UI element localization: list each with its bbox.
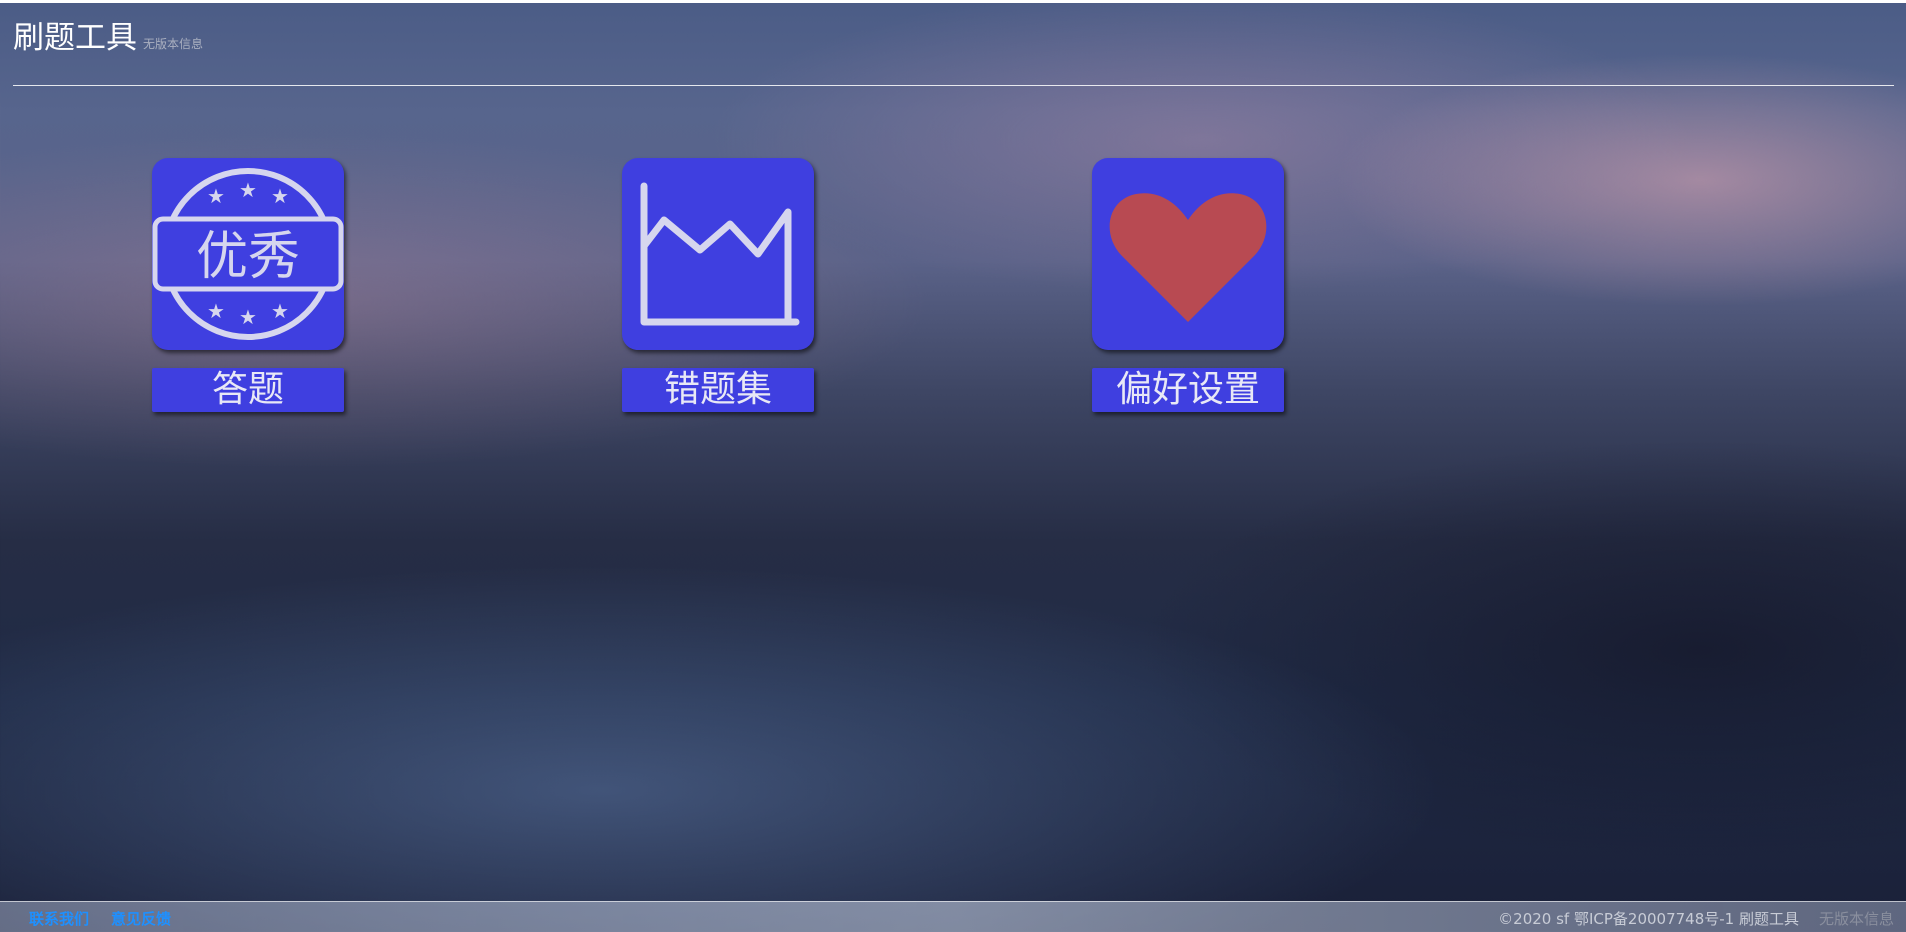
- preferences-button[interactable]: [1092, 158, 1284, 350]
- copyright-text: ©2020 sf 鄂ICP备20007748号-1 刷题工具: [1498, 910, 1799, 928]
- answer-label[interactable]: 答题: [152, 368, 344, 412]
- contact-us-link[interactable]: 联系我们: [29, 908, 89, 929]
- area-chart-icon: [640, 182, 800, 326]
- preferences-label[interactable]: 偏好设置: [1092, 368, 1284, 412]
- wrong-set-button[interactable]: [622, 158, 814, 350]
- page-header: 刷题工具 无版本信息: [13, 18, 203, 58]
- svg-text:★: ★: [239, 178, 257, 202]
- svg-text:★: ★: [271, 184, 289, 208]
- excellent-badge-icon: ★ ★ ★ ★ ★ ★ 优秀: [152, 168, 344, 340]
- svg-text:★: ★: [207, 299, 225, 323]
- tile-wrong-set: 错题集: [622, 158, 814, 412]
- wrong-set-label[interactable]: 错题集: [622, 368, 814, 412]
- top-border: [0, 0, 1906, 3]
- app-title: 刷题工具: [13, 20, 137, 56]
- feedback-link[interactable]: 意见反馈: [111, 908, 171, 929]
- tile-answer: ★ ★ ★ ★ ★ ★ 优秀 答题: [152, 158, 344, 412]
- svg-text:★: ★: [207, 184, 225, 208]
- badge-text: 优秀: [196, 227, 300, 287]
- footer-links: 联系我们 意见反馈: [29, 908, 171, 929]
- heart-icon: [1109, 193, 1267, 322]
- footer-info: ©2020 sf 鄂ICP备20007748号-1 刷题工具 无版本信息: [1498, 908, 1894, 929]
- answer-button[interactable]: ★ ★ ★ ★ ★ ★ 优秀: [152, 158, 344, 350]
- footer: 联系我们 意见反馈 ©2020 sf 鄂ICP备20007748号-1 刷题工具…: [0, 901, 1906, 932]
- header-divider: [13, 85, 1894, 86]
- svg-text:★: ★: [239, 305, 257, 329]
- version-label: 无版本信息: [143, 37, 204, 51]
- svg-text:★: ★: [271, 299, 289, 323]
- footer-version: 无版本信息: [1818, 910, 1894, 928]
- tile-preferences: 偏好设置: [1092, 158, 1284, 412]
